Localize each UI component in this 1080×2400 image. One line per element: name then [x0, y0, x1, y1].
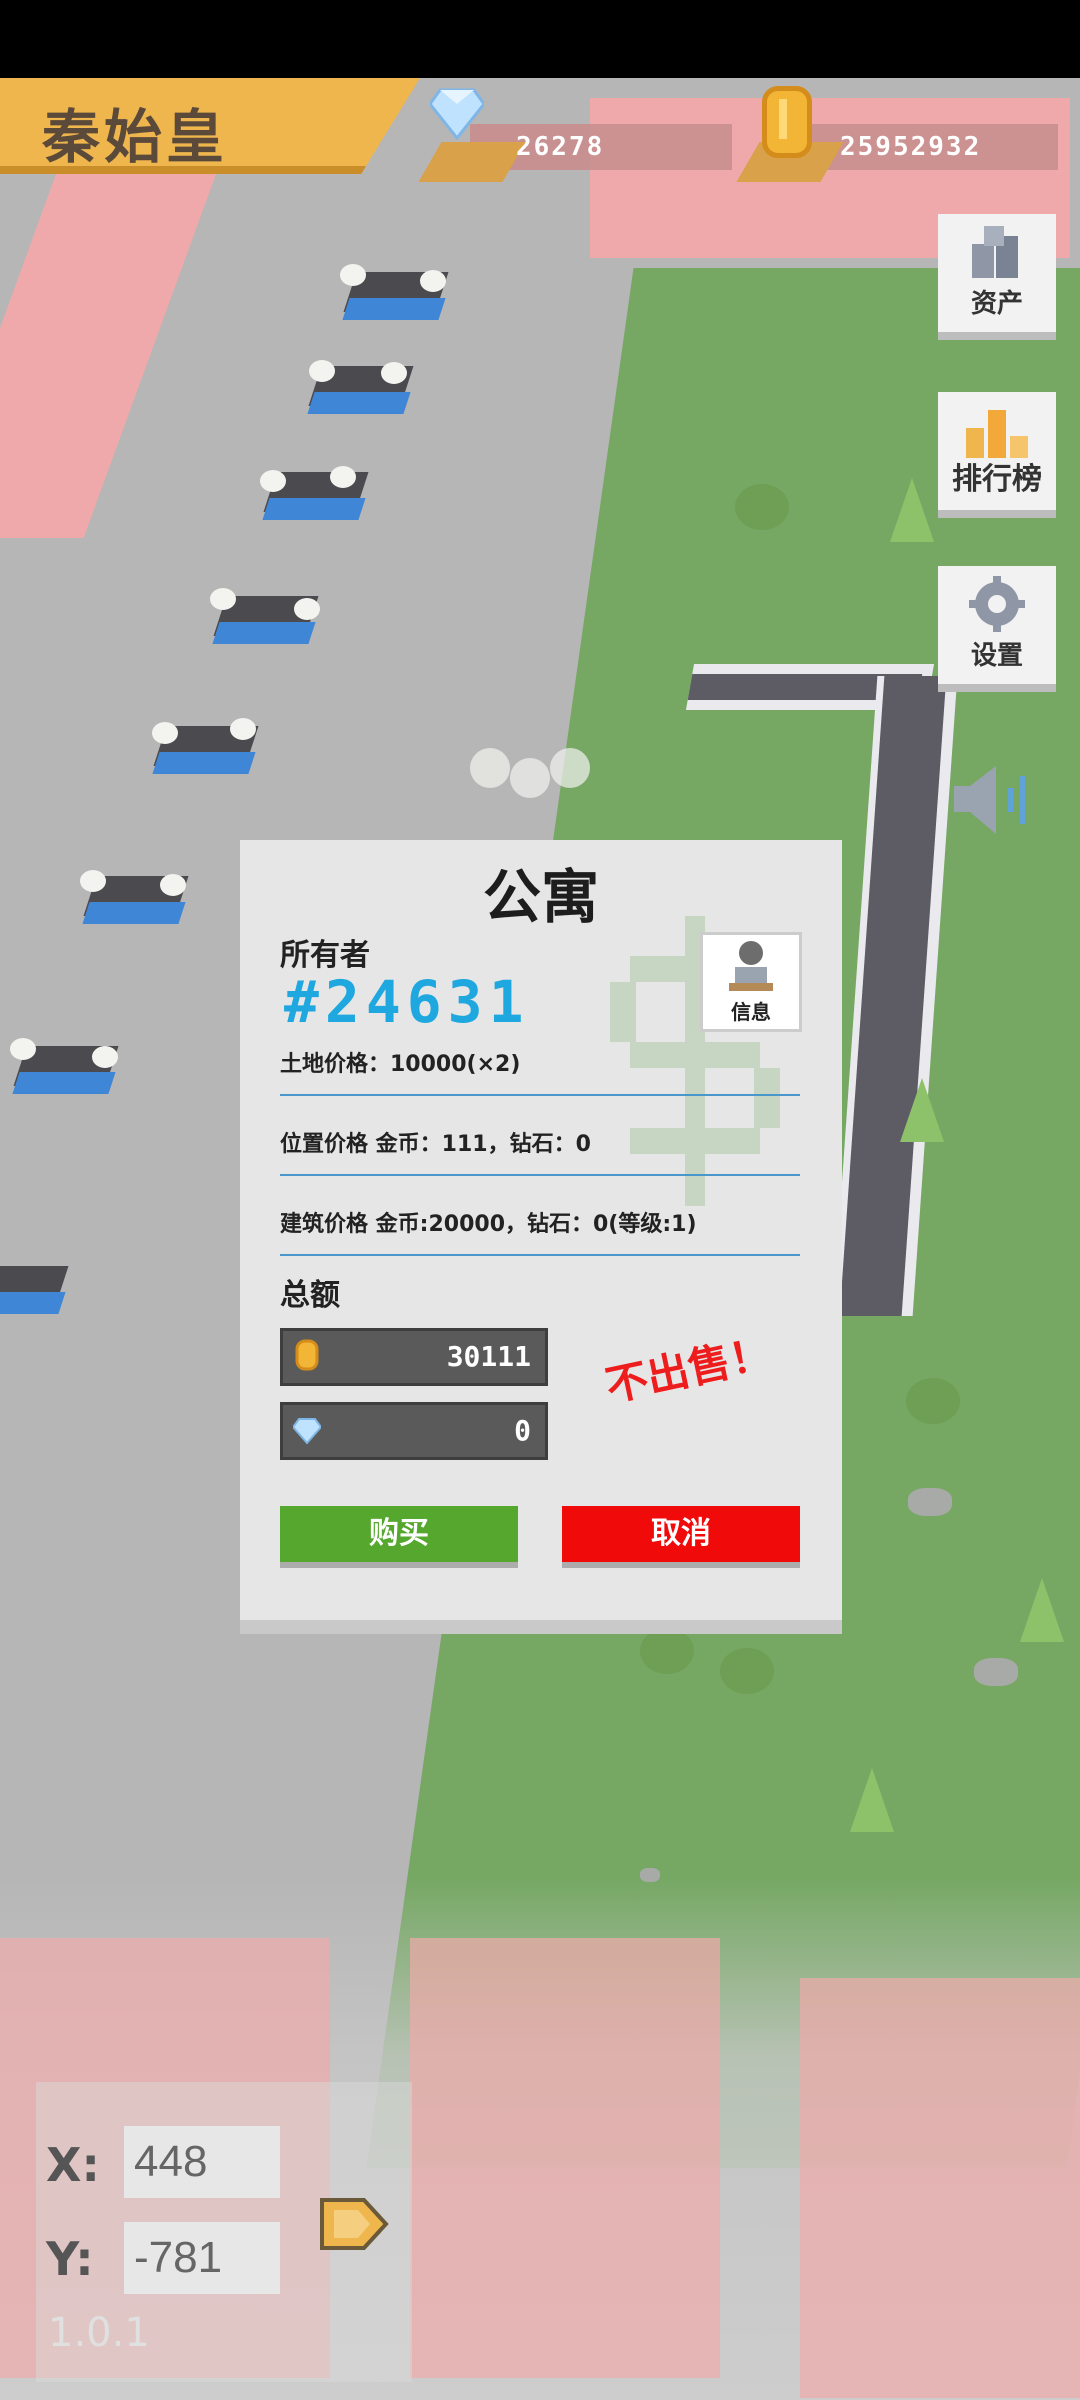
- house[interactable]: [260, 464, 370, 534]
- bush: [735, 484, 789, 530]
- diamond-count: 26278: [516, 132, 605, 162]
- dialog-title: 公寓: [482, 863, 599, 931]
- status-bar: [0, 0, 1080, 78]
- house[interactable]: [340, 264, 450, 334]
- city-block: [0, 118, 237, 538]
- total-coins: 30111: [446, 1340, 531, 1373]
- bush: [720, 1648, 774, 1694]
- assets-label: 资产: [970, 289, 1023, 319]
- tree: [900, 1078, 944, 1142]
- tree: [850, 1768, 894, 1832]
- x-label: X:: [46, 2138, 100, 2192]
- settings-icon: [969, 576, 1025, 632]
- y-coordinate-input[interactable]: [124, 2222, 280, 2294]
- version-label: 1.0.1: [48, 2310, 150, 2356]
- location-price: 位置价格 金币：111，钻石：0: [280, 1132, 591, 1157]
- settings-button[interactable]: 设置: [938, 566, 1056, 684]
- house-under-construction: [470, 748, 590, 818]
- info-label: 信息: [731, 1000, 771, 1024]
- total-label: 总额: [280, 1278, 340, 1313]
- city-block: [410, 1938, 720, 2378]
- leaderboard-button[interactable]: 排行榜: [938, 392, 1056, 510]
- total-diamonds-bar: 0: [280, 1402, 548, 1460]
- tree: [1020, 1578, 1064, 1642]
- y-label: Y:: [46, 2232, 94, 2286]
- rock: [908, 1488, 952, 1516]
- city-block: [800, 1978, 1080, 2398]
- house[interactable]: [305, 358, 415, 428]
- diamond-icon: [293, 1418, 321, 1445]
- settings-label: 设置: [970, 641, 1023, 671]
- house[interactable]: [10, 1038, 120, 1108]
- bush: [906, 1378, 960, 1424]
- divider: [280, 1254, 800, 1256]
- coin-count: 25952932: [840, 132, 982, 162]
- total-diamonds: 0: [514, 1414, 531, 1447]
- assets-icon: [972, 226, 1018, 278]
- divider: [280, 1094, 800, 1096]
- coin-icon: [762, 86, 812, 158]
- diamond-icon: [430, 88, 484, 140]
- player-name: 秦始皇: [42, 103, 229, 171]
- go-arrow-icon[interactable]: [318, 2194, 390, 2254]
- rock: [974, 1658, 1018, 1686]
- cancel-button[interactable]: 取消: [562, 1506, 800, 1562]
- x-coordinate-input[interactable]: [124, 2126, 280, 2198]
- owner-id: #24631: [284, 968, 530, 1036]
- assets-button[interactable]: 资产: [938, 214, 1056, 332]
- land-price: 土地价格：10000(×2): [280, 1052, 521, 1077]
- house[interactable]: [80, 868, 190, 938]
- tree: [890, 478, 934, 542]
- leaderboard-label: 排行榜: [952, 462, 1042, 497]
- house[interactable]: [150, 718, 260, 788]
- sound-icon[interactable]: [950, 760, 1050, 840]
- info-icon: [729, 941, 773, 991]
- total-coins-bar: 30111: [280, 1328, 548, 1386]
- property-dialog: 公寓 所有者 #24631 信息 土地价格：10000(×2) 位置价格 金币：…: [240, 840, 842, 1620]
- info-button[interactable]: 信息: [700, 932, 802, 1032]
- not-for-sale-label: 不出售！: [601, 1328, 776, 1411]
- building-price: 建筑价格 金币:20000，钻石：0(等级:1): [280, 1212, 697, 1237]
- bush: [640, 1628, 694, 1674]
- divider: [280, 1174, 800, 1176]
- house[interactable]: [0, 1258, 70, 1328]
- house[interactable]: [210, 588, 320, 658]
- coin-icon: [295, 1339, 319, 1371]
- buy-button[interactable]: 购买: [280, 1506, 518, 1562]
